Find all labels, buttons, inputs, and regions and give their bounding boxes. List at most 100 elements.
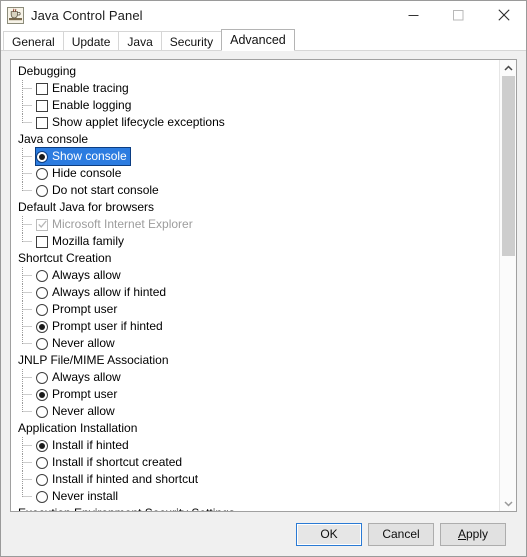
tree-item-content[interactable]: Microsoft Internet Explorer: [36, 216, 195, 233]
tree-item-hide-console[interactable]: Hide console: [11, 165, 499, 182]
radio-install-if-shortcut-created[interactable]: [36, 456, 48, 469]
tree-item-prompt-user[interactable]: Prompt user: [11, 386, 499, 403]
checkbox-enable-logging[interactable]: [36, 99, 48, 112]
tree-item-enable-logging[interactable]: Enable logging: [11, 97, 499, 114]
tree-item-label: Always allow if hinted: [52, 285, 167, 299]
tab-update[interactable]: Update: [62, 31, 120, 51]
scrollbar-track[interactable]: [500, 76, 516, 495]
tree-item-label: Never install: [52, 489, 119, 503]
tree-connector-icon: [22, 369, 32, 386]
radio-always-allow[interactable]: [36, 371, 48, 384]
tree-group-default-java-for-browsers[interactable]: Default Java for browsers: [11, 199, 499, 216]
tree-item-do-not-start-console[interactable]: Do not start console: [11, 182, 499, 199]
apply-button[interactable]: Apply: [440, 522, 506, 546]
tree-item-install-if-hinted-and-shortcut[interactable]: Install if hinted and shortcut: [11, 471, 499, 488]
radio-always-allow-if-hinted[interactable]: [36, 286, 48, 299]
tree-item-label: Always allow: [52, 268, 121, 282]
tree-item-microsoft-internet-explorer[interactable]: Microsoft Internet Explorer: [11, 216, 499, 233]
tab-general[interactable]: General: [3, 31, 64, 51]
tree-connector-icon: [22, 454, 32, 471]
maximize-button[interactable]: [436, 1, 481, 29]
vertical-scrollbar[interactable]: [499, 60, 516, 511]
tree-item-install-if-hinted[interactable]: Install if hinted: [11, 437, 499, 454]
cancel-button[interactable]: Cancel: [368, 522, 434, 546]
tree-item-content[interactable]: Show applet lifecycle exceptions: [36, 114, 227, 131]
settings-scroll-pane: Debugging Enable tracing Enable logging Sho…: [10, 59, 517, 512]
tree-item-never-allow[interactable]: Never allow: [11, 335, 499, 352]
tree-item-always-allow[interactable]: Always allow: [11, 369, 499, 386]
tree-item-content[interactable]: Always allow: [36, 369, 123, 386]
tree-item-content[interactable]: Prompt user if hinted: [36, 318, 165, 335]
tree-group-label: Debugging: [18, 64, 77, 78]
tree-item-content[interactable]: Show console: [35, 147, 131, 166]
checkbox-enable-tracing[interactable]: [36, 82, 48, 95]
tree-item-always-allow-if-hinted[interactable]: Always allow if hinted: [11, 284, 499, 301]
tree-item-install-if-shortcut-created[interactable]: Install if shortcut created: [11, 454, 499, 471]
tree-group-label: Default Java for browsers: [18, 200, 155, 214]
tree-group-jnlp-file-mime-association[interactable]: JNLP File/MIME Association: [11, 352, 499, 369]
tree-group-application-installation[interactable]: Application Installation: [11, 420, 499, 437]
radio-prompt-user-if-hinted[interactable]: [36, 320, 48, 333]
tree-item-content[interactable]: Always allow if hinted: [36, 284, 168, 301]
tree-item-enable-tracing[interactable]: Enable tracing: [11, 80, 499, 97]
tree-item-content[interactable]: Hide console: [36, 165, 123, 182]
tree-item-content[interactable]: Never install: [36, 488, 120, 505]
scroll-down-button[interactable]: [500, 495, 516, 511]
tree-item-content[interactable]: Prompt user: [36, 386, 119, 403]
tree-item-content[interactable]: Mozilla family: [36, 233, 126, 250]
tree-group-execution-environment-security-settings[interactable]: Execution Environment Security Settings: [11, 505, 499, 511]
apply-button-label: pply: [466, 527, 489, 541]
tree-item-label: Always allow: [52, 370, 121, 384]
checkmark-icon: [38, 220, 47, 228]
radio-prompt-user[interactable]: [36, 303, 48, 316]
scroll-up-button[interactable]: [500, 60, 516, 76]
tree-item-show-applet-lifecycle-exceptions[interactable]: Show applet lifecycle exceptions: [11, 114, 499, 131]
tree-item-label: Prompt user: [52, 302, 118, 316]
tree-connector-icon: [22, 267, 32, 284]
settings-tree[interactable]: Debugging Enable tracing Enable logging Sho…: [11, 60, 499, 511]
tree-item-content[interactable]: Do not start console: [36, 182, 161, 199]
tree-item-label: Show console: [52, 149, 127, 163]
radio-prompt-user[interactable]: [36, 388, 48, 401]
scrollbar-thumb[interactable]: [502, 76, 515, 256]
radio-install-if-hinted[interactable]: [36, 439, 48, 452]
tree-group-debugging[interactable]: Debugging: [11, 63, 499, 80]
tree-item-content[interactable]: Install if hinted: [36, 437, 131, 454]
minimize-button[interactable]: [391, 1, 436, 29]
checkbox-mozilla-family[interactable]: [36, 235, 48, 248]
tree-item-content[interactable]: Enable tracing: [36, 80, 131, 97]
radio-never-install[interactable]: [36, 490, 48, 503]
java-control-panel-window: Java Control Panel General Update Java Secu…: [0, 0, 527, 557]
ok-button[interactable]: OK: [296, 522, 362, 546]
tree-item-content[interactable]: Prompt user: [36, 301, 119, 318]
tree-item-never-allow[interactable]: Never allow: [11, 403, 499, 420]
tree-item-content[interactable]: Never allow: [36, 403, 117, 420]
radio-show-console[interactable]: [36, 150, 48, 163]
radio-do-not-start-console[interactable]: [36, 184, 48, 197]
tab-advanced[interactable]: Advanced: [221, 29, 295, 51]
tree-item-prompt-user-if-hinted[interactable]: Prompt user if hinted: [11, 318, 499, 335]
radio-install-if-hinted-and-shortcut[interactable]: [36, 473, 48, 486]
tree-item-content[interactable]: Install if shortcut created: [36, 454, 184, 471]
tree-group-shortcut-creation[interactable]: Shortcut Creation: [11, 250, 499, 267]
tree-item-content[interactable]: Never allow: [36, 335, 117, 352]
close-button[interactable]: [481, 1, 526, 29]
tree-item-content[interactable]: Enable logging: [36, 97, 133, 114]
checkbox-show-applet-lifecycle-exceptions[interactable]: [36, 116, 48, 129]
tree-item-content[interactable]: Install if hinted and shortcut: [36, 471, 200, 488]
tree-item-label: Install if hinted and shortcut: [52, 472, 199, 486]
tree-connector-icon: [22, 80, 32, 97]
tab-java[interactable]: Java: [118, 31, 162, 51]
tree-item-prompt-user[interactable]: Prompt user: [11, 301, 499, 318]
tab-security[interactable]: Security: [160, 31, 223, 51]
tree-item-never-install[interactable]: Never install: [11, 488, 499, 505]
tree-item-show-console[interactable]: Show console: [11, 147, 499, 166]
tree-item-content[interactable]: Always allow: [36, 267, 123, 284]
tree-item-always-allow[interactable]: Always allow: [11, 267, 499, 284]
tree-item-mozilla-family[interactable]: Mozilla family: [11, 233, 499, 250]
radio-always-allow[interactable]: [36, 269, 48, 282]
radio-never-allow[interactable]: [36, 405, 48, 418]
radio-never-allow[interactable]: [36, 337, 48, 350]
tree-group-java-console[interactable]: Java console: [11, 131, 499, 148]
radio-hide-console[interactable]: [36, 167, 48, 180]
